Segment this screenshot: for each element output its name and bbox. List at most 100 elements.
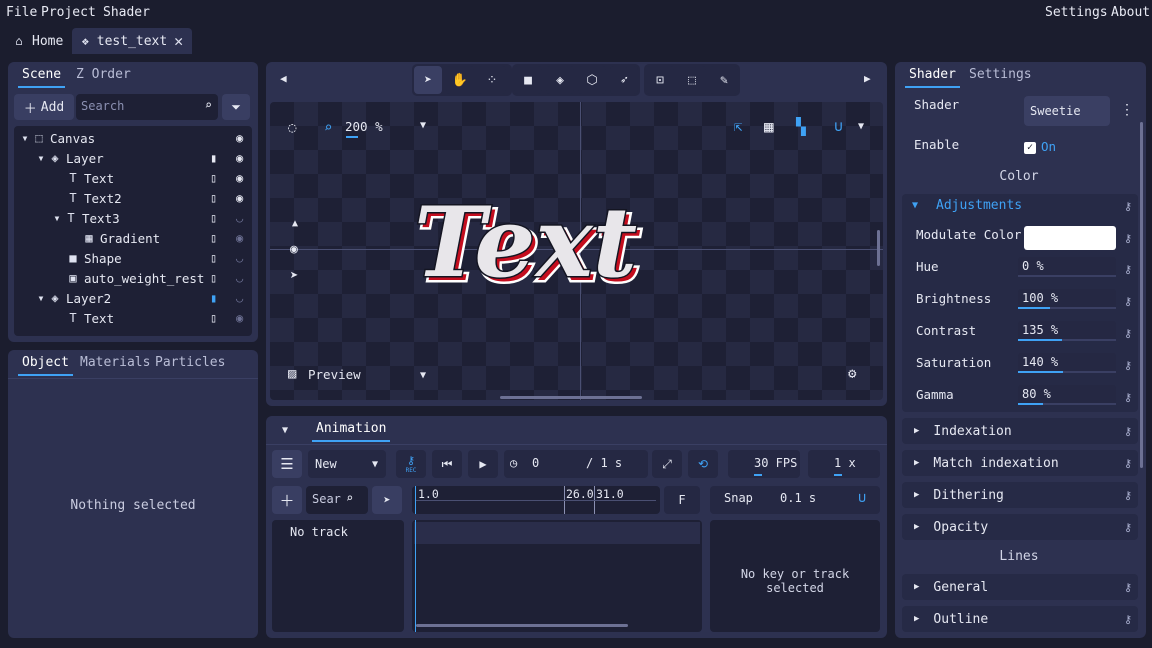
prop-slider[interactable]: 0 %	[1018, 257, 1116, 277]
arrow-up-icon[interactable]: ▲	[292, 218, 298, 229]
scroll-left-icon[interactable]: ◀	[280, 72, 287, 85]
eye-icon[interactable]: ◉	[290, 242, 298, 257]
key-icon[interactable]: ⚷	[1124, 425, 1132, 438]
prop-slider[interactable]: 140 %	[1018, 353, 1116, 373]
keyframe-area[interactable]	[412, 520, 702, 632]
canvas-viewport[interactable]: Text Text ◌ ⌕ 200 % ▼ ⇱ ▦ ▚ ∪ ▼ ▲ ◉ ➤ ▨ …	[270, 102, 883, 400]
particle-tool-button[interactable]: ➶	[610, 66, 638, 94]
key-icon[interactable]: ⚷	[1124, 359, 1132, 372]
tab-settings[interactable]: Settings	[963, 62, 1038, 88]
key-icon[interactable]: ⚷	[1124, 613, 1132, 626]
layer-tool-button[interactable]: ◈	[546, 66, 574, 94]
lock-icon[interactable]: ▯	[210, 311, 217, 325]
key-icon[interactable]: ⚷	[1124, 295, 1132, 308]
prop-slider[interactable]: 80 %	[1018, 385, 1116, 405]
tab-test-text[interactable]: ❖ test_text ✕	[72, 28, 192, 54]
speed-field[interactable]: 1 x	[808, 450, 880, 478]
preview-label[interactable]: Preview	[308, 367, 361, 382]
checker-icon[interactable]: ▚	[796, 117, 806, 136]
axis-icon[interactable]: ⇱	[734, 119, 742, 135]
scroll-right-icon[interactable]: ▶	[864, 72, 871, 85]
play-button[interactable]: ▶	[468, 450, 498, 478]
current-time[interactable]: 0	[532, 456, 539, 470]
timeline-ruler[interactable]: 1.0 26.0 31.0	[412, 486, 660, 514]
timeline-scrollbar[interactable]	[416, 624, 628, 627]
frame-tool-button[interactable]: ⊡	[646, 66, 674, 94]
tree-item-text[interactable]: T Text	[66, 168, 114, 188]
adjustments-header[interactable]: Adjustments	[936, 198, 1022, 213]
more-options-icon[interactable]: ⋮	[1120, 102, 1134, 118]
pointer-icon[interactable]: ➤	[290, 268, 298, 284]
pen-tool-button[interactable]: ✎	[710, 66, 738, 94]
collapsible-section[interactable]: ▶ General ⚷	[902, 574, 1138, 600]
frame-mode-button[interactable]: F	[664, 486, 700, 514]
tree-item-image[interactable]: ▣ auto_weight_rest	[66, 268, 204, 288]
menu-button[interactable]: ☰	[272, 450, 302, 478]
lock-icon[interactable]: ▯	[210, 191, 217, 205]
menu-shader[interactable]: Shader	[103, 5, 150, 20]
tree-item-text-layer2[interactable]: T Text	[66, 308, 114, 328]
lock-icon-active[interactable]: ▮	[210, 291, 217, 305]
collapsible-section[interactable]: ▶ Opacity ⚷	[902, 514, 1138, 540]
tab-object[interactable]: Object	[16, 350, 75, 376]
track-search-input[interactable]: Sear ⌕	[306, 486, 368, 514]
tab-materials[interactable]: Materials	[74, 350, 156, 376]
enable-checkbox[interactable]: ✓	[1024, 142, 1036, 154]
polygon-tool-button[interactable]: ⬡	[578, 66, 606, 94]
go-start-button[interactable]: ⏮	[432, 450, 462, 478]
shader-select[interactable]: Sweetie	[1024, 96, 1110, 126]
collapsible-section[interactable]: ▶ Indexation ⚷	[902, 418, 1138, 444]
key-icon[interactable]: ⚷	[1124, 232, 1132, 245]
collapsible-section[interactable]: ▶ Match indexation ⚷	[902, 450, 1138, 476]
preview-dropdown-icon[interactable]: ▼	[420, 370, 426, 381]
visibility-eye-icon[interactable]: ◉	[236, 151, 243, 165]
collapsible-section[interactable]: ▶ Dithering ⚷	[902, 482, 1138, 508]
vertical-scrollbar[interactable]	[877, 230, 880, 266]
menu-about[interactable]: About	[1111, 5, 1150, 20]
record-button[interactable]: ⚷ REC	[396, 450, 426, 478]
tab-home[interactable]: ⌂ Home	[4, 28, 71, 54]
key-icon[interactable]: ⚷	[1124, 391, 1132, 404]
time-field[interactable]: ◷ 0 / 1 s	[504, 450, 648, 478]
key-icon[interactable]: ⚷	[1124, 200, 1132, 213]
lock-icon[interactable]: ▯	[210, 251, 217, 265]
hidden-eye-icon[interactable]: ◡	[236, 211, 243, 225]
expanded-arrow-icon[interactable]: ▼	[912, 200, 918, 211]
filter-button[interactable]: ⏷	[222, 94, 250, 120]
zoom-dropdown-icon[interactable]: ▼	[420, 120, 426, 131]
snap-dropdown-icon[interactable]: ▼	[858, 121, 864, 132]
visibility-eye-icon[interactable]: ◉	[236, 311, 243, 325]
collapse-arrow-icon[interactable]: ▼	[282, 425, 288, 436]
menu-project[interactable]: Project	[41, 5, 96, 20]
horizontal-scrollbar[interactable]	[500, 396, 642, 399]
tree-item-gradient[interactable]: ▦ Gradient	[82, 228, 160, 248]
tree-item-text3[interactable]: ▾ T Text3	[50, 208, 119, 228]
tree-item-layer2[interactable]: ▾ ◈ Layer2	[34, 288, 111, 308]
tab-animation[interactable]: Animation	[310, 416, 392, 442]
scene-search-input[interactable]: Search ⌕	[76, 94, 218, 120]
menu-file[interactable]: File	[6, 5, 37, 20]
key-icon[interactable]: ⚷	[1124, 521, 1132, 534]
fit-button[interactable]: ⤢	[652, 450, 682, 478]
loop-button[interactable]: ⟲	[688, 450, 718, 478]
transform-tool-button[interactable]: ⬚	[678, 66, 706, 94]
visibility-eye-icon[interactable]: ◉	[236, 191, 243, 205]
lock-icon[interactable]: ▯	[210, 271, 217, 285]
key-icon[interactable]: ⚷	[1124, 489, 1132, 502]
select-tool-button[interactable]: ➤	[414, 66, 442, 94]
animation-select[interactable]: New ▼	[308, 450, 386, 478]
tab-particles[interactable]: Particles	[149, 350, 231, 376]
prop-slider[interactable]: 135 %	[1018, 321, 1116, 341]
prop-slider[interactable]: 100 %	[1018, 289, 1116, 309]
visibility-eye-icon[interactable]: ◉	[236, 131, 243, 145]
key-icon[interactable]: ⚷	[1124, 327, 1132, 340]
tab-shader[interactable]: Shader	[903, 62, 962, 88]
modulate-color-swatch[interactable]	[1024, 226, 1116, 250]
shape-tool-button[interactable]: ■	[514, 66, 542, 94]
pivot-tool-button[interactable]: ⁘	[478, 66, 506, 94]
visibility-eye-icon[interactable]: ◉	[236, 231, 243, 245]
tree-item-text2[interactable]: T Text2	[66, 188, 121, 208]
canvas-text-object[interactable]: Text Text	[410, 180, 750, 301]
hidden-eye-icon[interactable]: ◡	[236, 251, 243, 265]
snap-field[interactable]: Snap 0.1 s ∪	[710, 486, 880, 514]
